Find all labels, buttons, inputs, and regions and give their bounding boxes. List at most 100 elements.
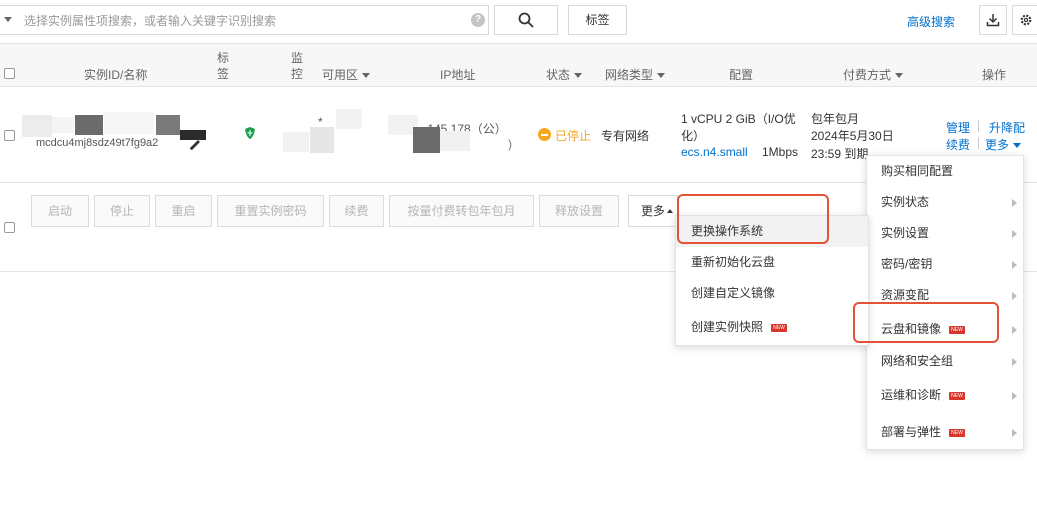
more-link[interactable]: 更多 xyxy=(985,136,1022,153)
release-settings-button[interactable]: 释放设置 xyxy=(539,195,619,227)
redaction-block xyxy=(52,117,74,133)
menu-item-label: 网络和安全组 xyxy=(881,354,954,368)
header-ip: IP地址 xyxy=(440,68,476,82)
highlight-box xyxy=(853,302,999,343)
menu-item-label: 重新初始化云盘 xyxy=(691,255,776,269)
highlight-box xyxy=(677,194,829,244)
chevron-right-icon xyxy=(1012,230,1017,238)
menu-item-label: 实例设置 xyxy=(881,226,930,240)
header-zone[interactable]: 可用区 xyxy=(322,66,371,83)
header-config: 配置 xyxy=(729,68,754,82)
convert-billing-button[interactable]: 按量付费转包年包月 xyxy=(389,195,534,227)
menu-item[interactable]: 网络和安全组 xyxy=(867,346,1023,377)
expiry-date: 2024年5月30日 xyxy=(811,129,894,143)
status-value: 已停止 xyxy=(555,129,592,143)
redaction-block xyxy=(440,131,470,151)
search-button[interactable] xyxy=(494,5,558,35)
header-payment[interactable]: 付费方式 xyxy=(843,66,904,83)
divider xyxy=(978,120,979,132)
header-monitor: 监控 xyxy=(291,51,304,81)
chevron-right-icon xyxy=(1012,429,1017,437)
header-network-label: 网络类型 xyxy=(605,68,654,82)
payment-type: 包年包月 xyxy=(811,112,860,126)
chevron-down-icon xyxy=(1013,143,1022,149)
instance-type-link[interactable]: ecs.n4.small xyxy=(681,145,748,159)
chevron-down-icon[interactable] xyxy=(4,17,12,22)
new-badge: NEW xyxy=(771,323,788,332)
gear-icon xyxy=(1020,14,1032,26)
download-icon xyxy=(986,14,1000,27)
batch-select-checkbox[interactable] xyxy=(4,222,15,233)
chevron-down-icon xyxy=(574,73,583,79)
chevron-down-icon xyxy=(362,73,371,79)
menu-item[interactable]: 密码/密钥 xyxy=(867,249,1023,280)
edit-icon[interactable] xyxy=(188,139,202,151)
menu-item-label: 密码/密钥 xyxy=(881,257,933,271)
menu-item[interactable]: 实例状态 xyxy=(867,187,1023,218)
network-value: 专有网络 xyxy=(601,129,650,143)
instance-id[interactable]: mcdcu4mj8sdz49t7fg9a2 xyxy=(36,137,158,149)
restart-button[interactable]: 重启 xyxy=(155,195,212,227)
batch-more-label: 更多 xyxy=(640,204,665,218)
expiry-time: 23:59 到期 xyxy=(811,147,869,161)
manage-link[interactable]: 管理 xyxy=(946,119,970,136)
menu-item[interactable]: 创建实例快照 NEW xyxy=(676,312,868,343)
chevron-right-icon xyxy=(1012,326,1017,334)
header-status[interactable]: 状态 xyxy=(546,66,583,83)
header-zone-label: 可用区 xyxy=(322,68,359,82)
redaction-block xyxy=(413,127,440,153)
stop-button[interactable]: 停止 xyxy=(94,195,150,227)
header-payment-label: 付费方式 xyxy=(843,68,892,82)
menu-item-label: 实例状态 xyxy=(881,195,930,209)
chevron-right-icon xyxy=(1012,358,1017,366)
header-tag: 标签 xyxy=(217,51,230,81)
menu-item[interactable]: 实例设置 xyxy=(867,218,1023,249)
redaction-block xyxy=(310,127,334,153)
settings-button[interactable] xyxy=(1012,5,1037,35)
search-icon xyxy=(518,12,534,28)
tag-button[interactable]: 标签 xyxy=(568,5,627,35)
header-actions: 操作 xyxy=(982,68,1007,82)
menu-item[interactable]: 创建自定义镜像 xyxy=(676,278,868,309)
redaction-block xyxy=(336,109,362,129)
new-badge: NEW xyxy=(949,391,966,400)
config-spec-suffix: 化） xyxy=(681,129,706,143)
batch-more-button[interactable]: 更多 xyxy=(628,195,678,227)
menu-item[interactable]: 部署与弹性 NEW xyxy=(867,417,1023,448)
reset-password-button[interactable]: 重置实例密码 xyxy=(217,195,324,227)
stopped-status-icon xyxy=(538,128,551,141)
renew-link[interactable]: 续费 xyxy=(946,136,970,153)
advanced-search-link[interactable]: 高级搜索 xyxy=(907,13,955,30)
chevron-right-icon xyxy=(1012,261,1017,269)
download-button[interactable] xyxy=(979,5,1007,35)
chevron-down-icon xyxy=(657,73,666,79)
shield-icon xyxy=(245,127,255,139)
header-network[interactable]: 网络类型 xyxy=(605,66,666,83)
menu-item-label: 购买相同配置 xyxy=(881,164,954,178)
config-spec: 1 vCPU 2 GiB（I/O优 xyxy=(681,112,796,126)
chevron-up-icon xyxy=(667,209,673,213)
menu-item[interactable]: 运维和诊断 NEW xyxy=(867,380,1023,411)
chevron-down-icon xyxy=(895,73,904,79)
menu-item-label: 创建自定义镜像 xyxy=(691,286,776,300)
renew-button[interactable]: 续费 xyxy=(329,195,384,227)
header-status-label: 状态 xyxy=(546,68,571,82)
redaction-block xyxy=(104,112,154,134)
menu-item-label: 运维和诊断 xyxy=(881,388,942,402)
chevron-right-icon xyxy=(1012,292,1017,300)
redaction-block xyxy=(22,115,52,137)
search-input[interactable] xyxy=(22,11,466,31)
search-bar: ? xyxy=(0,5,489,35)
menu-item-label: 部署与弹性 xyxy=(881,425,942,439)
start-button[interactable]: 启动 xyxy=(31,195,89,227)
bandwidth-value: 1Mbps xyxy=(762,145,799,159)
menu-item[interactable]: 重新初始化云盘 xyxy=(676,247,868,278)
more-link-label: 更多 xyxy=(985,138,1010,152)
help-icon[interactable]: ? xyxy=(471,13,485,27)
divider xyxy=(978,137,979,149)
upgrade-link[interactable]: 升降配 xyxy=(989,119,1025,136)
select-all-checkbox[interactable] xyxy=(4,68,15,79)
row-checkbox[interactable] xyxy=(4,130,15,141)
menu-item[interactable]: 购买相同配置 xyxy=(867,156,1023,187)
redaction-block xyxy=(75,115,103,135)
